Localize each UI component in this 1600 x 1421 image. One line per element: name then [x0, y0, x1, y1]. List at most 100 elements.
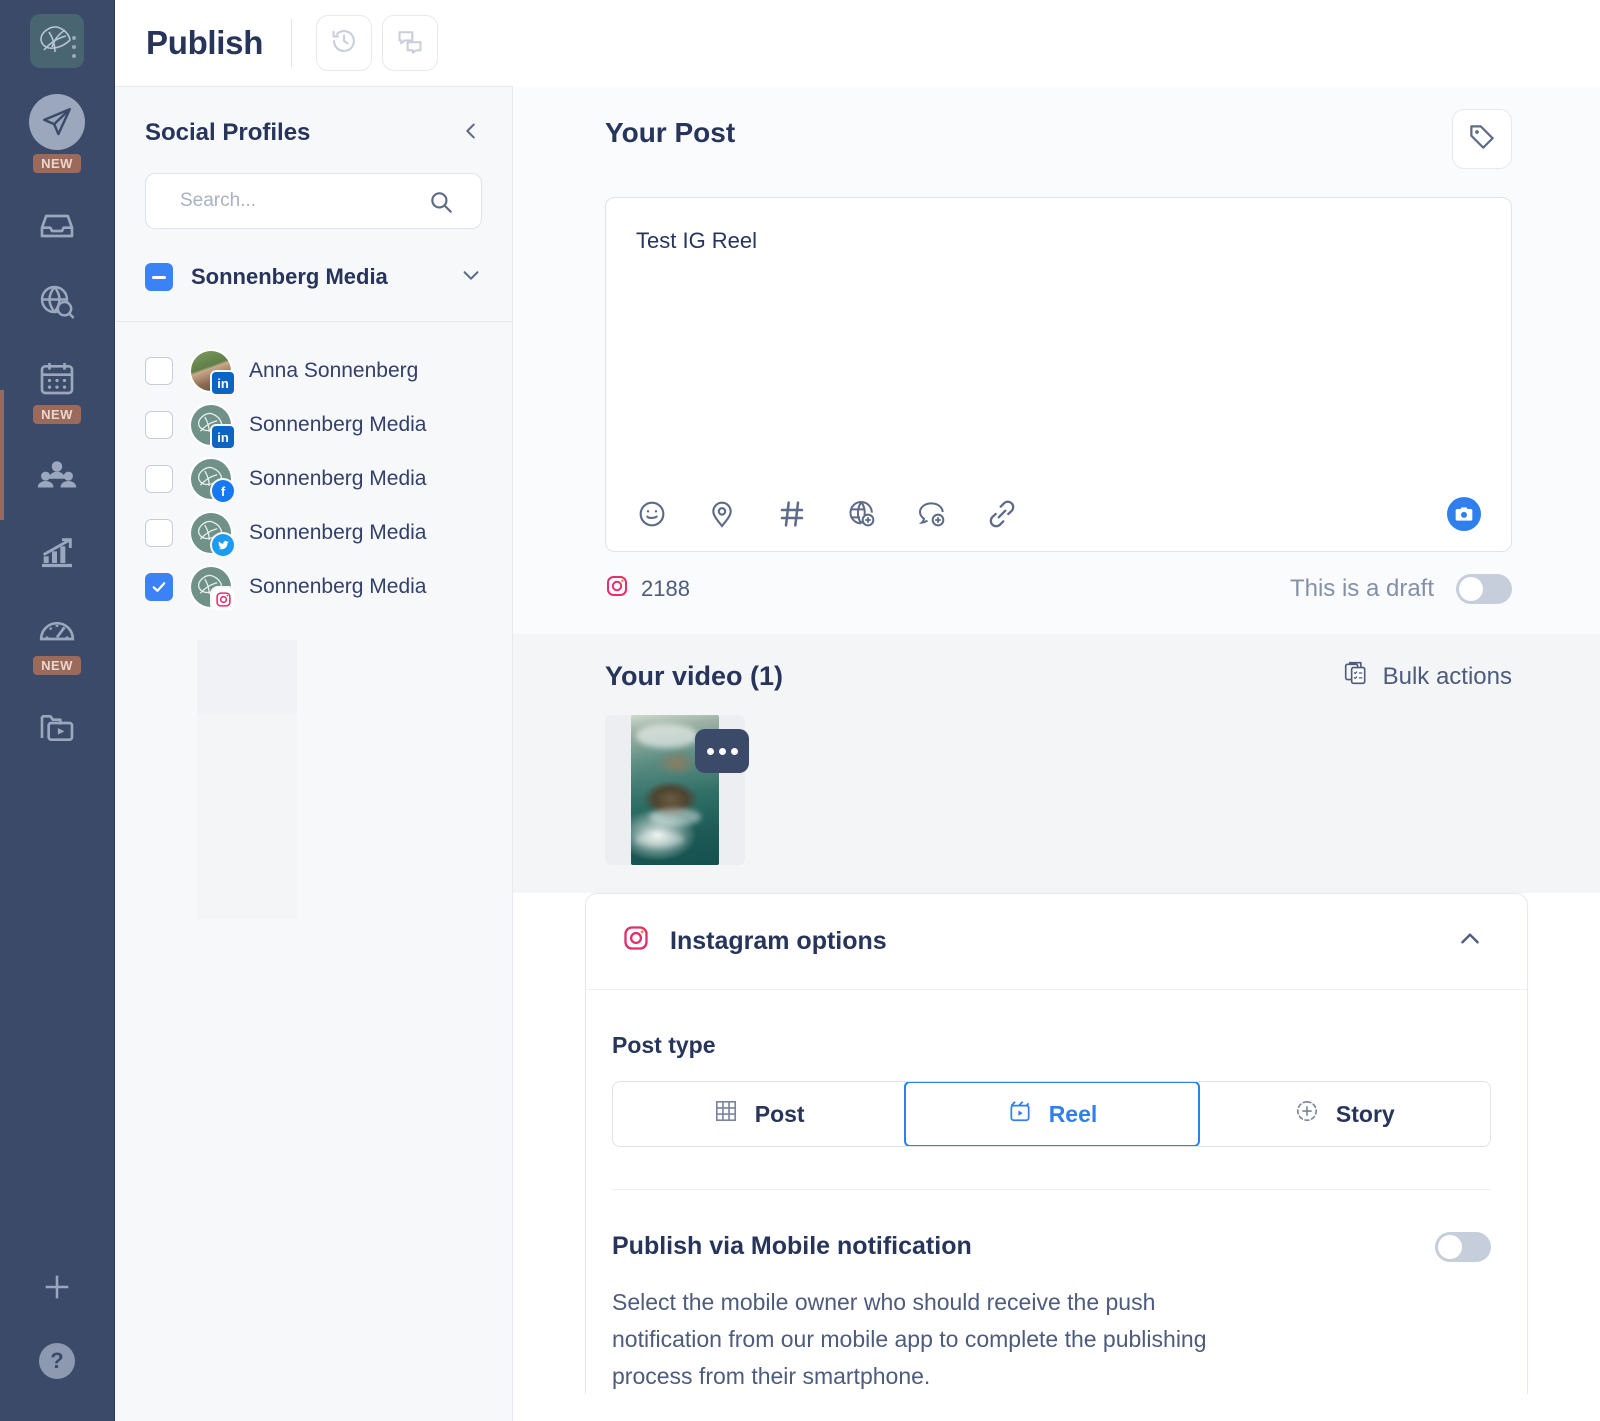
post-type-group: Post type Post Reel Story	[586, 990, 1527, 1190]
placeholder-block	[197, 714, 297, 819]
placeholder-block	[197, 640, 297, 714]
list-item[interactable]: Sonnenberg Media	[115, 560, 512, 614]
avatar	[191, 567, 234, 610]
calendar-icon	[34, 355, 80, 401]
instagram-options-header[interactable]: Instagram options	[586, 894, 1527, 990]
chevron-up-icon[interactable]	[1457, 926, 1483, 957]
character-count-value: 2188	[641, 576, 690, 601]
profile-name: Sonnenberg Media	[249, 521, 427, 544]
mobile-notification-title: Publish via Mobile notification	[612, 1232, 972, 1260]
grid-icon	[713, 1098, 739, 1130]
more-horizontal-icon[interactable]	[695, 729, 749, 773]
sidebar-item-publish[interactable]: NEW	[17, 94, 97, 173]
post-heading: Your Post	[605, 117, 736, 148]
profiles-list: in Anna Sonnenberg in Sonnenberg Media f…	[115, 322, 512, 614]
video-section: Your video (1) Bulk actions	[513, 634, 1600, 893]
linkedin-badge-icon: in	[212, 372, 234, 394]
thumb-detail	[648, 808, 702, 826]
video-thumbnail-wrap[interactable]	[605, 715, 749, 865]
placeholder-block	[197, 819, 297, 919]
search-icon[interactable]	[428, 189, 454, 220]
badge-new-calendar: NEW	[33, 405, 81, 424]
list-item[interactable]: in Anna Sonnenberg	[115, 344, 512, 398]
profile-checkbox[interactable]	[145, 573, 173, 601]
emoji-smiley-icon[interactable]	[636, 498, 668, 530]
history-clock-icon	[330, 27, 358, 60]
left-nav-rail: NEW NEW NEW ?	[0, 0, 115, 1421]
post-type-option-label: Story	[1335, 1100, 1395, 1127]
instagram-options-card: Instagram options Post type Post Reel St…	[585, 893, 1528, 1395]
sidebar-item-inbox[interactable]	[17, 203, 97, 249]
bulk-actions-icon	[1343, 660, 1369, 693]
more-vertical-icon[interactable]	[71, 36, 76, 58]
profile-checkbox[interactable]	[145, 357, 173, 385]
comment-add-icon[interactable]	[916, 498, 948, 530]
profile-checkbox[interactable]	[145, 519, 173, 547]
thumb-detail	[635, 832, 684, 847]
linkedin-badge-icon: in	[212, 426, 234, 448]
comments-button[interactable]	[382, 15, 439, 71]
post-text-input[interactable]: Test IG Reel	[606, 198, 1511, 477]
profile-group-row[interactable]: Sonnenberg Media	[115, 229, 512, 322]
list-item[interactable]: Sonnenberg Media	[115, 506, 512, 560]
sidebar-item-library[interactable]	[17, 705, 97, 751]
app-root: NEW NEW NEW ? Publish Social Profiles Se…	[0, 0, 1600, 1421]
hashtag-icon[interactable]	[776, 498, 808, 530]
speedometer-icon	[34, 606, 80, 652]
add-button[interactable]	[40, 1270, 74, 1309]
post-type-segmented-control: Post Reel Story	[612, 1081, 1491, 1147]
facebook-badge-icon: f	[212, 480, 234, 502]
instagram-icon	[622, 924, 650, 959]
group-checkbox[interactable]	[145, 263, 173, 291]
chevron-left-icon[interactable]	[460, 120, 482, 147]
camera-icon[interactable]	[1447, 497, 1481, 531]
post-header: Your Post	[513, 109, 1600, 169]
draft-label: This is a draft	[1289, 575, 1434, 602]
post-composer: Test IG Reel	[605, 197, 1512, 552]
link-chain-icon[interactable]	[986, 498, 1018, 530]
draft-toggle[interactable]	[1456, 574, 1512, 604]
brand-logo[interactable]	[30, 14, 84, 68]
list-item[interactable]: in Sonnenberg Media	[115, 398, 512, 452]
tag-icon	[1467, 122, 1497, 157]
post-type-option-reel[interactable]: Reel	[904, 1082, 1200, 1146]
post-type-option-label: Reel	[1048, 1100, 1098, 1127]
badge-new-benchmark: NEW	[33, 656, 81, 675]
mobile-notification-toggle[interactable]	[1435, 1232, 1491, 1262]
main-scroll: Your Post Test IG Reel 2188 This is a dr…	[513, 87, 1600, 1421]
post-type-option-post[interactable]: Post	[613, 1082, 906, 1146]
post-meta-row: 2188 This is a draft	[513, 552, 1600, 634]
tag-button[interactable]	[1452, 109, 1512, 169]
sidebar-item-benchmark[interactable]: NEW	[17, 606, 97, 675]
mobile-notification-section: Publish via Mobile notification Select t…	[586, 1190, 1527, 1394]
sidebar-item-listening[interactable]	[17, 279, 97, 325]
sidebar-item-analytics[interactable]	[17, 530, 97, 576]
badge-new-publish: NEW	[33, 154, 81, 173]
profile-checkbox[interactable]	[145, 411, 173, 439]
bar-chart-up-icon	[34, 530, 80, 576]
avatar: f	[191, 459, 234, 502]
profile-name: Sonnenberg Media	[249, 467, 427, 490]
bulk-actions-button[interactable]: Bulk actions	[1343, 660, 1512, 693]
draft-toggle-row: This is a draft	[1290, 574, 1512, 604]
instagram-icon	[605, 574, 629, 604]
location-pin-icon[interactable]	[706, 498, 738, 530]
page-title: Publish	[146, 24, 264, 61]
main-content: Your Post Test IG Reel 2188 This is a dr…	[513, 0, 1600, 1421]
globe-add-icon[interactable]	[846, 498, 878, 530]
chevron-down-icon[interactable]	[460, 264, 482, 291]
help-button[interactable]: ?	[39, 1343, 75, 1379]
social-profiles-panel: Publish Social Profiles Search... Sonnen…	[115, 0, 1600, 1421]
list-item[interactable]: f Sonnenberg Media	[115, 452, 512, 506]
profiles-heading: Social Profiles	[145, 119, 311, 146]
history-button[interactable]	[316, 15, 373, 71]
post-type-option-story[interactable]: Story	[1199, 1082, 1490, 1146]
people-group-icon	[34, 454, 80, 500]
sidebar-item-audience[interactable]	[17, 454, 97, 500]
instagram-options-label: Instagram options	[670, 927, 887, 955]
profile-name: Anna Sonnenberg	[249, 359, 419, 382]
profile-checkbox[interactable]	[145, 465, 173, 493]
thumb-detail	[636, 724, 698, 748]
sidebar-item-calendar[interactable]: NEW	[17, 355, 97, 424]
post-section: Your Post Test IG Reel 2188 This is a dr…	[513, 87, 1600, 634]
